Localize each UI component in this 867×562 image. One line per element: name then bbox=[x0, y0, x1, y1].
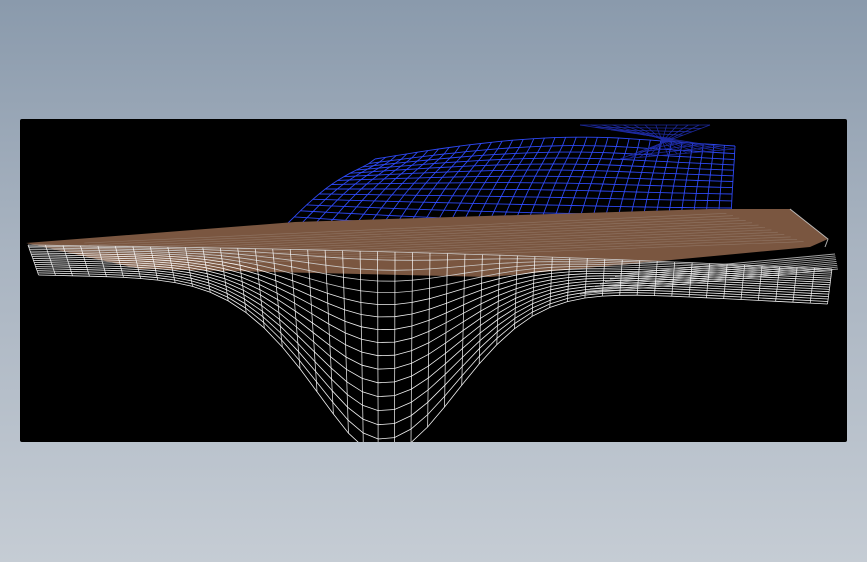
mesh-line bbox=[36, 268, 829, 412]
wireframe-scene bbox=[26, 124, 839, 442]
mesh-line bbox=[37, 270, 829, 426]
mesh-line bbox=[34, 264, 830, 384]
3d-viewport[interactable] bbox=[20, 119, 847, 442]
mesh-line bbox=[410, 252, 413, 442]
mesh-line bbox=[38, 274, 828, 442]
mesh-line bbox=[300, 156, 386, 225]
mesh-line bbox=[377, 251, 379, 442]
mesh-line bbox=[394, 252, 396, 442]
mesh-line bbox=[339, 151, 418, 228]
mesh-line bbox=[287, 158, 376, 224]
mesh-line bbox=[34, 262, 830, 370]
